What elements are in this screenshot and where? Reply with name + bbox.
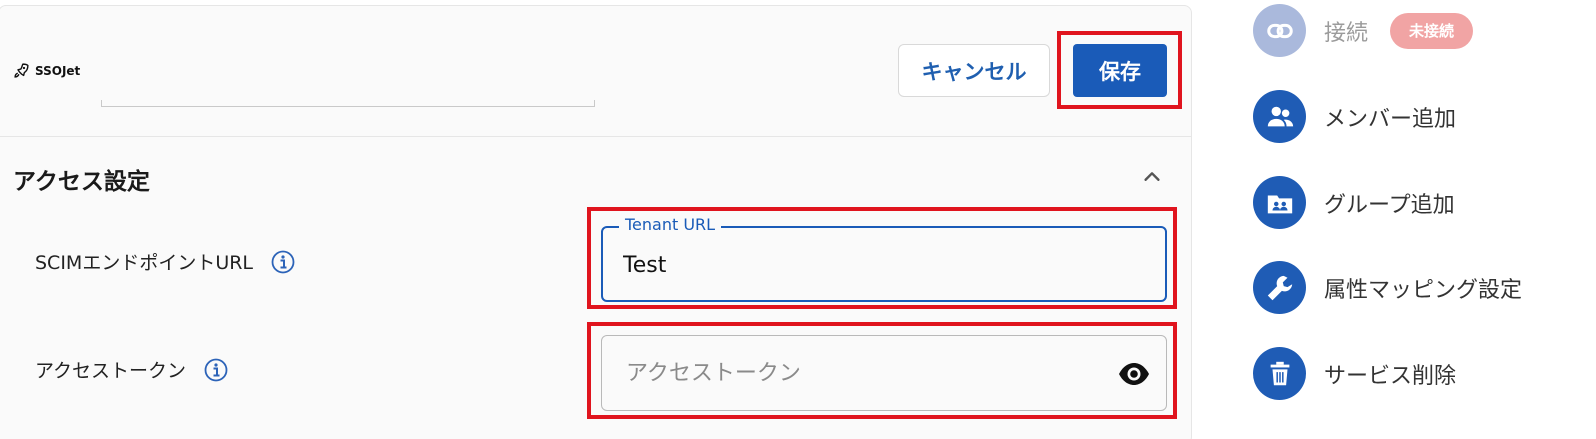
scim-url-label: SCIMエンドポイントURL — [35, 252, 254, 274]
service-name-field-edge — [101, 100, 595, 107]
tenant-url-input[interactable] — [623, 248, 1123, 282]
users-icon — [1253, 90, 1306, 143]
access-token-label: アクセストークン — [35, 360, 187, 382]
link-icon — [1253, 4, 1306, 57]
save-button[interactable]: 保存 — [1073, 44, 1167, 97]
wrench-icon — [1253, 261, 1306, 314]
access-token-field[interactable] — [601, 335, 1167, 411]
menu-item-label: サービス削除 — [1324, 363, 1457, 389]
access-token-row-label: アクセストークン — [35, 356, 228, 383]
panel-header: SSOJet キャンセル 保存 — [0, 6, 1191, 137]
tenant-url-floating-label: Tenant URL — [619, 215, 722, 234]
eye-icon[interactable] — [1117, 361, 1151, 387]
access-token-input[interactable] — [626, 356, 1086, 390]
service-name: SSOJet — [35, 63, 81, 78]
menu-item-attribute-mapping[interactable]: 属性マッピング設定 — [1253, 261, 1522, 314]
trash-icon — [1253, 347, 1306, 400]
service-logo: SSOJet — [13, 62, 80, 79]
menu-item-add-group[interactable]: グループ追加 — [1253, 176, 1455, 229]
access-settings-title: アクセス設定 — [13, 169, 150, 195]
service-settings-panel: SSOJet キャンセル 保存 アクセス設定 SCIMエンドポイントURL Te… — [0, 5, 1192, 439]
info-icon[interactable] — [271, 250, 295, 274]
info-icon[interactable] — [204, 358, 228, 382]
menu-item-connect[interactable]: 接続 未接続 — [1253, 4, 1474, 57]
cancel-button[interactable]: キャンセル — [898, 44, 1050, 97]
menu-item-label: 属性マッピング設定 — [1324, 277, 1523, 303]
menu-item-label: メンバー追加 — [1324, 106, 1457, 132]
chevron-up-icon[interactable] — [1141, 166, 1163, 188]
scim-url-row-label: SCIMエンドポイントURL — [35, 248, 295, 275]
tenant-url-field[interactable]: Tenant URL — [601, 215, 1167, 302]
rocket-icon — [14, 63, 29, 78]
group-folder-icon — [1253, 176, 1306, 229]
menu-item-add-member[interactable]: メンバー追加 — [1253, 90, 1456, 143]
menu-item-label: 接続 — [1324, 20, 1369, 46]
status-badge: 未接続 — [1390, 12, 1474, 49]
menu-item-delete-service[interactable]: サービス削除 — [1253, 347, 1456, 400]
menu-item-label: グループ追加 — [1324, 192, 1455, 218]
